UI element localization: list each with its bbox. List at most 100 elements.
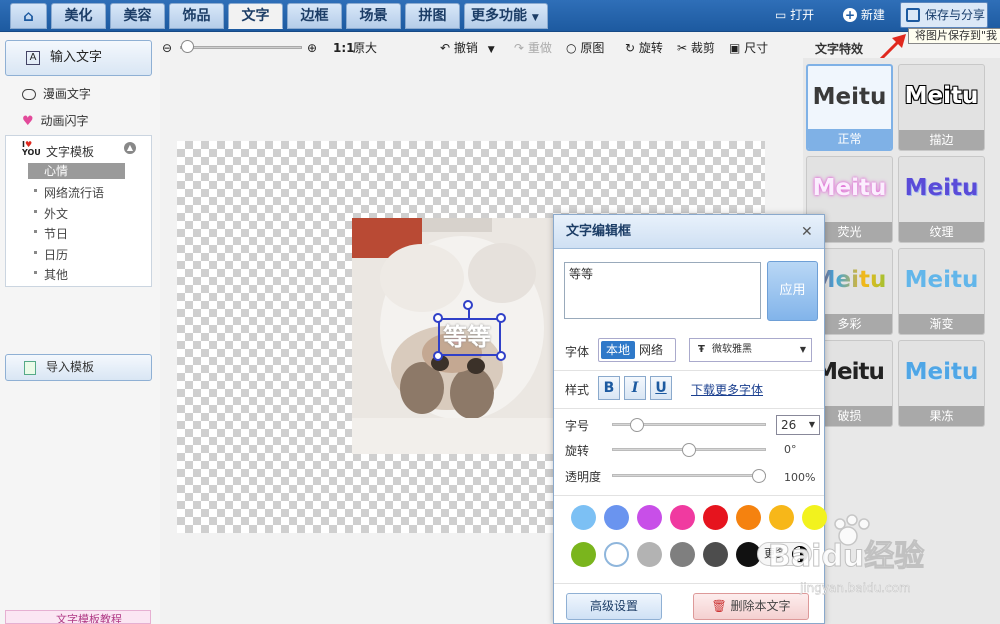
text-template-section: I♥ YOU 文字模板 ▲ 心情 网络流行语 外文 节日 日历 其他 [5, 135, 152, 287]
undo-icon: ↶ [440, 41, 451, 55]
underline-button[interactable]: U [650, 376, 672, 400]
font-family-value: 微软雅黑 [712, 344, 753, 355]
template-item-internet-slang[interactable]: 网络流行语 [44, 184, 104, 201]
floppy-disk-icon [906, 8, 920, 22]
effect-label: 果冻 [899, 406, 984, 426]
ratio-1-1-button[interactable]: 1:1 [333, 40, 355, 56]
resize-handle[interactable] [496, 351, 506, 361]
zoom-slider-thumb[interactable] [181, 40, 194, 53]
font-family-select[interactable]: Ŧ 微软雅黑 ▼ [689, 338, 812, 362]
tab-beauty[interactable]: 美容 [110, 3, 165, 29]
color-swatch[interactable] [736, 505, 761, 530]
new-button[interactable]: + 新建 [843, 6, 885, 24]
color-swatch[interactable] [637, 505, 662, 530]
color-swatch[interactable] [604, 505, 629, 530]
template-item-mood[interactable]: 心情 [28, 163, 125, 179]
color-swatch[interactable] [637, 542, 662, 567]
resize-handle[interactable] [433, 351, 443, 361]
save-tooltip: 将图片保存到"我 [908, 28, 1000, 44]
text-effects-title: 文字特效 [815, 42, 864, 56]
color-swatch[interactable] [604, 542, 629, 567]
rotate-handle[interactable] [463, 300, 473, 310]
color-swatch[interactable] [571, 542, 596, 567]
template-item-calendar[interactable]: 日历 [44, 246, 68, 263]
effect-normal[interactable]: Meitu 正常 [806, 64, 893, 151]
effect-stroke[interactable]: Meitu 描边 [898, 64, 985, 151]
rotate-icon: ↻ [625, 41, 636, 55]
color-swatch[interactable] [571, 505, 596, 530]
tab-border[interactable]: 边框 [287, 3, 342, 29]
effect-label: 渐变 [899, 314, 984, 334]
opacity-slider[interactable] [612, 474, 766, 477]
chevron-down-icon[interactable]: ▼ [488, 45, 495, 55]
speech-bubble-icon [22, 89, 36, 100]
style-label: 样式 [565, 383, 590, 397]
save-share-button[interactable]: 保存与分享 [900, 2, 988, 28]
color-swatch[interactable] [703, 542, 728, 567]
text-content-input[interactable]: 等等 [564, 262, 761, 319]
resize-handle[interactable] [496, 313, 506, 323]
rotate-button[interactable]: ↻ 旋转 [625, 40, 663, 56]
italic-button[interactable]: I [624, 376, 646, 400]
color-swatch[interactable] [670, 542, 695, 567]
tab-accessories[interactable]: 饰品 [169, 3, 224, 29]
text-template-tutorial-link[interactable]: 文字模板教程 [5, 610, 151, 624]
input-text-button[interactable]: A 输入文字 [5, 40, 152, 76]
original-image-label: 原图 [580, 41, 605, 55]
tab-beautify[interactable]: 美化 [51, 3, 106, 29]
download-more-fonts-link[interactable]: 下载更多字体 [691, 381, 763, 398]
size-button[interactable]: ▣ 尺寸 [729, 40, 768, 56]
bullet-icon [34, 271, 37, 274]
collapse-icon[interactable]: ▲ [124, 142, 136, 154]
font-size-select[interactable]: 26 ▼ [776, 415, 820, 435]
open-button[interactable]: ▭ 打开 [775, 6, 814, 24]
color-swatch[interactable] [703, 505, 728, 530]
apply-button[interactable]: 应用 [767, 261, 818, 321]
advanced-settings-button[interactable]: 高级设置 [566, 593, 662, 620]
tab-more-features[interactable]: 更多功能 ▼ [464, 3, 548, 29]
template-item-holiday[interactable]: 节日 [44, 225, 68, 242]
watermark-url: jingyan.baidu.com [799, 581, 911, 595]
import-template-label: 导入模板 [46, 360, 95, 374]
color-swatch[interactable] [670, 505, 695, 530]
redo-icon: ↷ [514, 41, 525, 55]
effect-label: 描边 [899, 130, 984, 150]
crop-button[interactable]: ✂ 裁剪 [677, 40, 715, 56]
bold-button[interactable]: B [598, 376, 620, 400]
rotate-label: 旋转 [638, 41, 663, 55]
font-size-slider-thumb[interactable] [630, 418, 645, 432]
canvas-overlay-text: 等等 [443, 323, 491, 351]
zoom-out-icon[interactable]: ⊖ [162, 40, 172, 56]
effect-sample: Meitu [904, 267, 979, 293]
chevron-down-icon: ▼ [531, 13, 539, 23]
template-item-foreign[interactable]: 外文 [44, 205, 68, 222]
zoom-in-icon[interactable]: ⊕ [307, 40, 317, 56]
canvas-text-overlay[interactable]: 等等 [438, 318, 501, 356]
zoom-slider[interactable] [180, 46, 302, 49]
tab-text[interactable]: 文字 [228, 3, 283, 29]
effect-texture[interactable]: Meitu 纹理 [898, 156, 985, 243]
comic-text-item[interactable]: 漫画文字 [22, 85, 91, 102]
effect-jelly[interactable]: Meitu 果冻 [898, 340, 985, 427]
bullet-icon [34, 251, 37, 254]
text-template-title[interactable]: 文字模板 [46, 143, 94, 160]
effect-gradient[interactable]: Meitu 渐变 [898, 248, 985, 335]
import-template-button[interactable]: 导入模板 [5, 354, 152, 381]
animated-text-item[interactable]: ♥ 动画闪字 [22, 112, 89, 129]
undo-button[interactable]: ↶ 撤销 ▼ [440, 40, 495, 58]
template-item-other[interactable]: 其他 [44, 266, 68, 283]
original-image-button[interactable]: ○ 原图 [566, 40, 604, 56]
tab-scene[interactable]: 场景 [346, 3, 401, 29]
home-icon[interactable]: ⌂ [10, 3, 47, 29]
opacity-slider-thumb[interactable] [752, 469, 766, 483]
font-network-tab[interactable]: 网络 [639, 341, 663, 359]
redo-button[interactable]: ↷ 重做 [514, 40, 552, 56]
circle-icon: ○ [566, 41, 577, 55]
font-local-tab[interactable]: 本地 [601, 341, 635, 359]
rotation-slider-thumb[interactable] [682, 443, 696, 457]
tab-collage[interactable]: 拼图 [405, 3, 460, 29]
close-icon[interactable]: ✕ [801, 225, 813, 239]
original-size-button[interactable]: 原大 [353, 40, 377, 56]
resize-handle[interactable] [433, 313, 443, 323]
top-nav-bar: ⌂ 美化 美容 饰品 文字 边框 场景 拼图 更多功能 ▼ ▭ 打开 + 新建 [0, 0, 1000, 32]
